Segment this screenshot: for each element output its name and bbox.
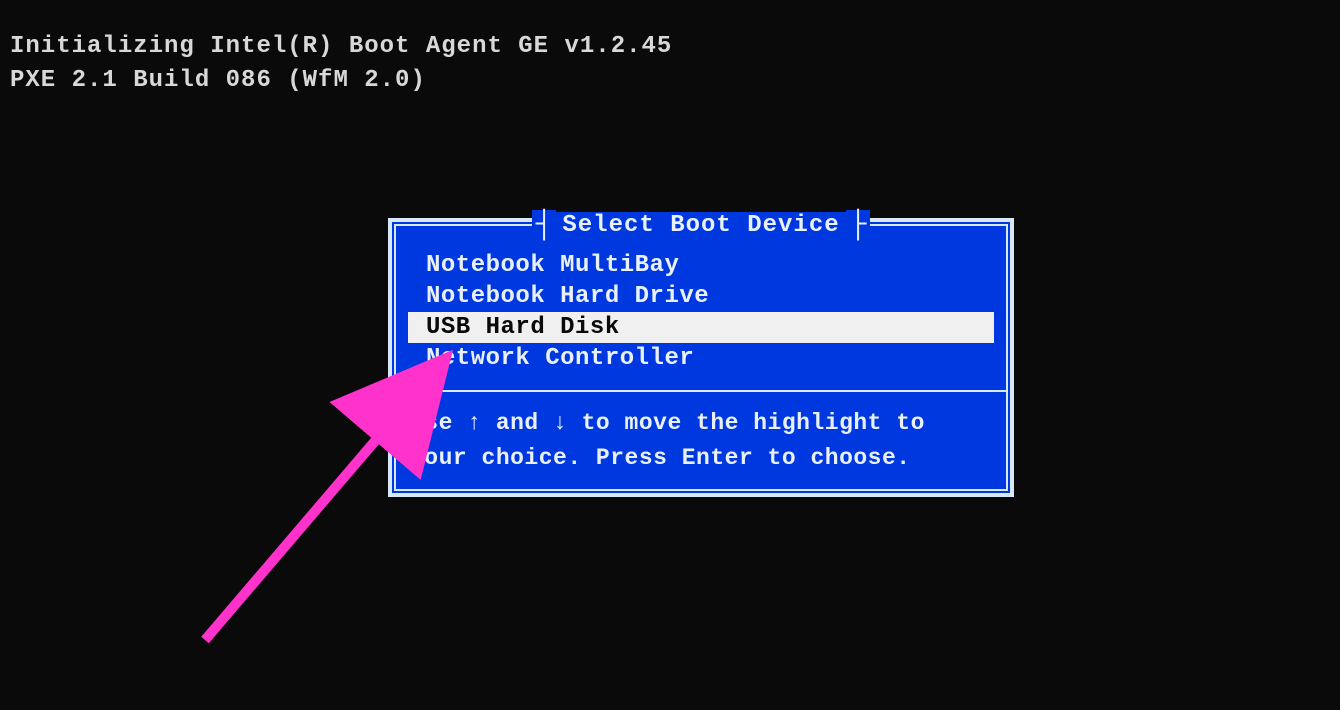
title-bracket-left: ┤ [532, 210, 557, 241]
device-item-usb-hard-disk[interactable]: USB Hard Disk [408, 312, 994, 343]
boot-line-1: Initializing Intel(R) Boot Agent GE v1.2… [10, 30, 1330, 64]
dialog-title: Select Boot Device [556, 212, 845, 239]
dialog-inner: ┤ Select Boot Device ├ Notebook MultiBay… [394, 224, 1008, 491]
boot-line-2: PXE 2.1 Build 086 (WfM 2.0) [10, 64, 1330, 98]
dialog-title-wrap: ┤ Select Boot Device ├ [396, 210, 1006, 241]
dialog-instructions: Use ↑ and ↓ to move the highlight to you… [396, 390, 1006, 489]
device-item-network-controller[interactable]: Network Controller [408, 343, 994, 374]
device-item-multibay[interactable]: Notebook MultiBay [408, 250, 994, 281]
device-list[interactable]: Notebook MultiBay Notebook Hard Drive US… [396, 226, 1006, 384]
device-item-hard-drive[interactable]: Notebook Hard Drive [408, 281, 994, 312]
title-bracket-right: ├ [846, 210, 871, 241]
boot-device-dialog: ┤ Select Boot Device ├ Notebook MultiBay… [388, 218, 1014, 497]
boot-messages: Initializing Intel(R) Boot Agent GE v1.2… [0, 0, 1340, 97]
